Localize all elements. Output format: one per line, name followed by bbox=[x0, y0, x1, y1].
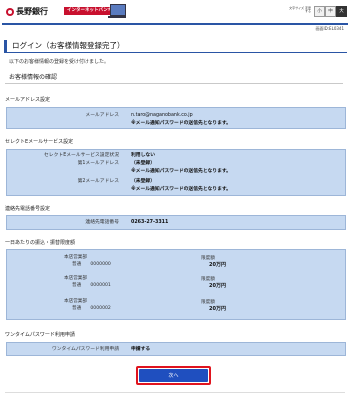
footer-divider bbox=[5, 392, 345, 393]
text-size-label: 文字サイズ 変更する bbox=[289, 6, 311, 14]
lead-text: 以下のお客様情報の登録を受け付けました。 bbox=[9, 59, 110, 65]
email-row-label: メールアドレス bbox=[85, 113, 119, 118]
otp-section-label: ワンタイムパスワード利用申請 bbox=[5, 332, 75, 338]
email-section-label: メールアドレス設定 bbox=[5, 97, 51, 103]
select-status-value: 利用しない bbox=[131, 153, 155, 158]
phone-section-label: 連絡先電話番号設定 bbox=[5, 206, 51, 212]
limit-value: 20万円 bbox=[209, 306, 226, 312]
first-email-value: （未登録） bbox=[131, 161, 155, 166]
account-number: 普通 0000001 bbox=[72, 283, 111, 288]
bank-name: 長野銀行 bbox=[16, 6, 48, 16]
computer-icon bbox=[108, 4, 126, 18]
page-title: ログイン（お客様情報登録完了） bbox=[12, 41, 125, 50]
branch-name: 本店営業部 bbox=[64, 276, 87, 281]
select-email-section-label: セレクトEメールサービス設定 bbox=[5, 139, 74, 145]
phone-section-box: 連絡先電話番号 0263-27-3311 bbox=[6, 215, 346, 230]
text-size-small-button[interactable]: 小 bbox=[314, 6, 325, 17]
otp-value: 申請する bbox=[131, 347, 151, 352]
otp-section-box: ワンタイムパスワード利用申請 申請する bbox=[6, 342, 346, 356]
email-note: ※メール通知パスワードの送信先となります。 bbox=[131, 121, 231, 126]
email-value: n.taro@naganobank.co.jp bbox=[131, 113, 193, 118]
divider bbox=[5, 83, 343, 84]
page-title-bar: ログイン（お客様情報登録完了） bbox=[4, 40, 347, 53]
select-email-section-box: セレクトEメールサービス設定状況 利用しない 第1メールアドレス （未登録） ※… bbox=[6, 149, 346, 196]
phone-row-label: 連絡先電話番号 bbox=[85, 220, 119, 225]
page: 長野銀行 インターネットバンキング 文字サイズ 変更する 小 中 大 画面ID:… bbox=[2, 1, 348, 395]
account-number: 普通 0000002 bbox=[72, 306, 111, 311]
select-status-label: セレクトEメールサービス設定状況 bbox=[44, 153, 119, 158]
otp-row-label: ワンタイムパスワード利用申請 bbox=[51, 347, 119, 352]
bank-logo-icon bbox=[6, 8, 14, 16]
email-section-box: メールアドレス n.taro@naganobank.co.jp ※メール通知パス… bbox=[6, 107, 346, 129]
section-heading: お客様情報の確認 bbox=[9, 74, 58, 81]
account-number: 普通 0000000 bbox=[72, 262, 111, 267]
second-email-note: ※メール通知パスワードの送信先となります。 bbox=[131, 187, 231, 192]
limit-section-label: 一日あたりの振込・振替限度額 bbox=[5, 240, 76, 246]
branch-name: 本店営業部 bbox=[64, 255, 87, 260]
first-email-label: 第1メールアドレス bbox=[77, 161, 119, 166]
limit-value: 20万円 bbox=[209, 283, 226, 289]
text-size-medium-button[interactable]: 中 bbox=[325, 6, 336, 17]
second-email-label: 第2メールアドレス bbox=[77, 179, 119, 184]
limit-label: 限度額 bbox=[201, 256, 215, 261]
next-button[interactable]: 次へ bbox=[139, 369, 208, 382]
text-size-large-button[interactable]: 大 bbox=[336, 6, 347, 17]
limit-label: 限度額 bbox=[201, 300, 215, 305]
site-header: 長野銀行 インターネットバンキング 文字サイズ 変更する 小 中 大 bbox=[2, 1, 348, 25]
next-button-highlight: 次へ bbox=[136, 366, 211, 385]
phone-value: 0263-27-3311 bbox=[131, 220, 169, 225]
screen-id: 画面ID:EL0341 bbox=[315, 26, 344, 31]
limit-section-box: 本店営業部 普通 0000000 限度額 20万円 本店営業部 普通 00000… bbox=[6, 249, 346, 320]
second-email-value: （未登録） bbox=[131, 179, 155, 184]
branch-name: 本店営業部 bbox=[64, 299, 87, 304]
limit-value: 20万円 bbox=[209, 262, 226, 268]
first-email-note: ※メール通知パスワードの送信先となります。 bbox=[131, 169, 231, 174]
limit-label: 限度額 bbox=[201, 277, 215, 282]
